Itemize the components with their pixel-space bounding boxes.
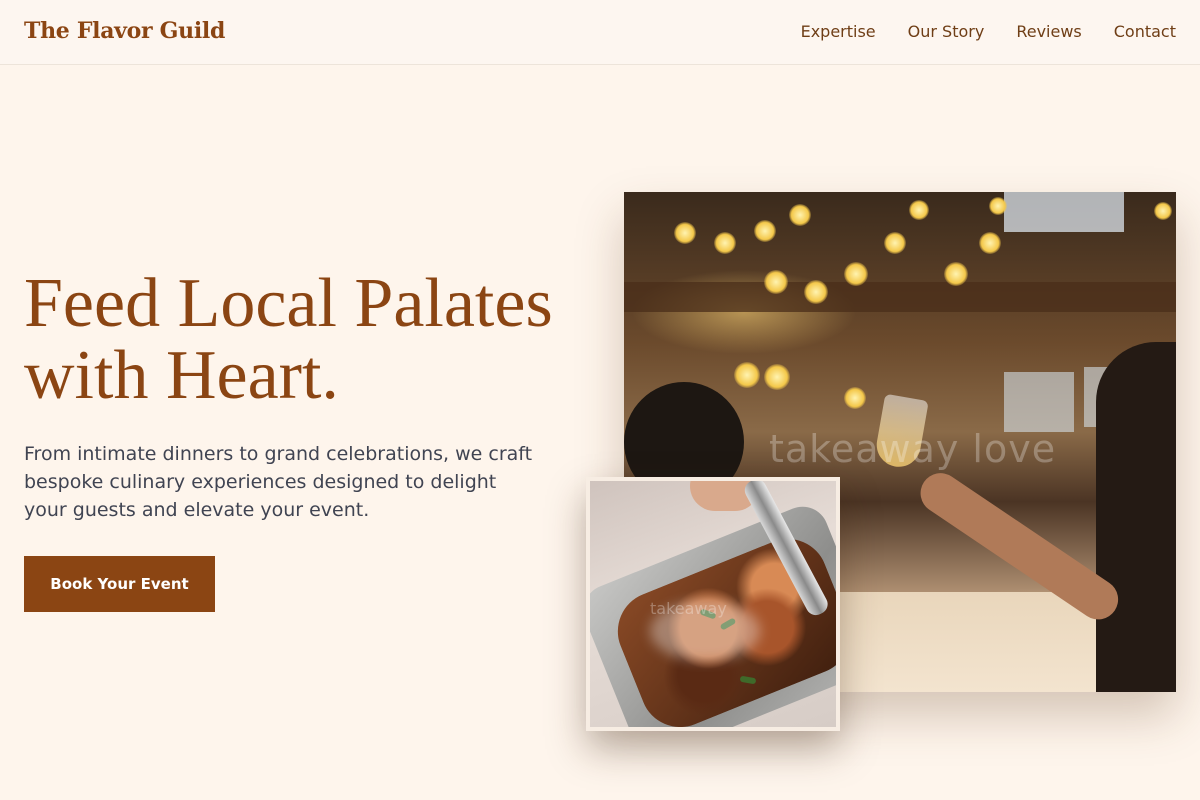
string-light (674, 222, 696, 244)
string-light (844, 262, 868, 286)
main-nav: Expertise Our Story Reviews Contact (801, 22, 1176, 41)
string-light (884, 232, 906, 254)
nav-link-our-story[interactable]: Our Story (908, 22, 985, 41)
string-light (764, 270, 788, 294)
photo-window (1004, 192, 1124, 232)
book-event-button[interactable]: Book Your Event (24, 556, 215, 612)
string-light (714, 232, 736, 254)
photo-window (1004, 372, 1074, 432)
string-light (804, 280, 828, 304)
string-light (909, 200, 929, 220)
photo-ceiling-beam (624, 282, 1176, 312)
nav-link-contact[interactable]: Contact (1114, 22, 1176, 41)
string-light (734, 362, 760, 388)
hero-subtitle: From intimate dinners to grand celebrati… (24, 443, 533, 521)
string-light (989, 197, 1007, 215)
nav-link-reviews[interactable]: Reviews (1016, 22, 1081, 41)
string-light (844, 387, 866, 409)
string-light (944, 262, 968, 286)
string-light (764, 364, 790, 390)
guest-silhouette (1096, 342, 1176, 692)
string-light (789, 204, 811, 226)
string-light (979, 232, 1001, 254)
string-light (1154, 202, 1172, 220)
photo-watermark: takeaway love (769, 427, 1057, 471)
brand-logo[interactable]: The Flavor Guild (24, 18, 225, 44)
food-photo: takeaway (586, 477, 840, 731)
photo-watermark: takeaway (650, 599, 727, 618)
hero-headline: Feed Local Palates with Heart. (24, 265, 553, 414)
string-light (754, 220, 776, 242)
site-header: The Flavor Guild Expertise Our Story Rev… (0, 0, 1200, 65)
nav-link-expertise[interactable]: Expertise (801, 22, 876, 41)
